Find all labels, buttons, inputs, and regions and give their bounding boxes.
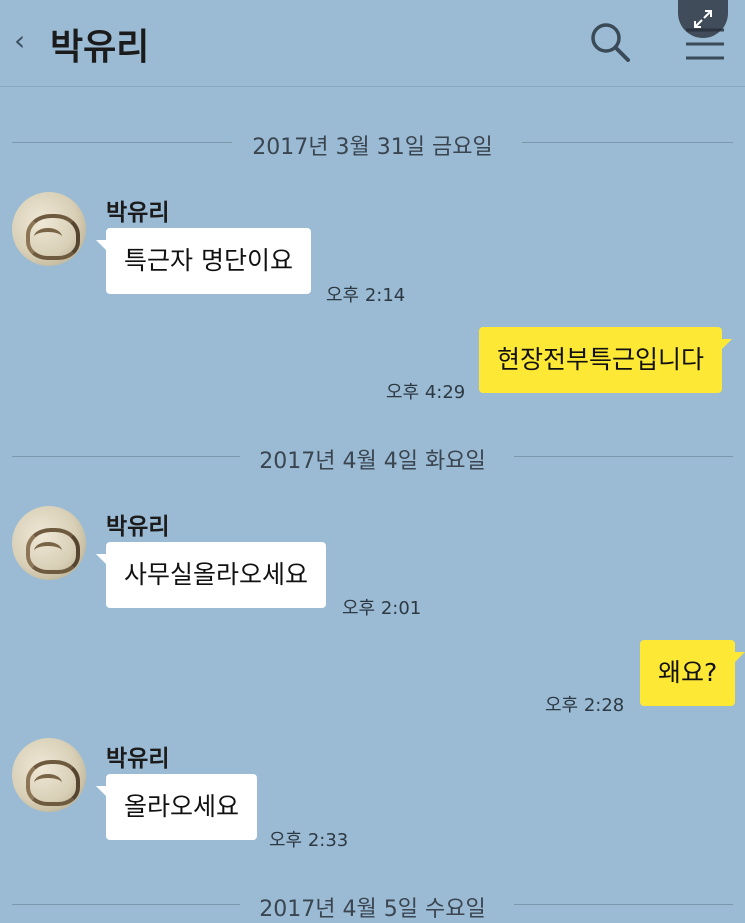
message-bubble-incoming[interactable]: 특근자 명단이요: [96, 228, 311, 294]
avatar[interactable]: [12, 738, 86, 812]
chat-header: ‹ 박유리: [0, 0, 745, 87]
message-bubble-incoming[interactable]: 올라오세요: [95, 774, 258, 840]
avatar[interactable]: [12, 506, 86, 580]
message-time: 오후 2:01: [342, 598, 422, 619]
date-label: 2017년 4월 4일 화요일: [259, 449, 486, 474]
message-bubble-incoming[interactable]: 사무실올라오세요: [95, 542, 327, 608]
date-label: 2017년 3월 31일 금요일: [252, 135, 493, 160]
date-separator: 2017년 3월 31일 금요일: [0, 127, 745, 160]
avatar[interactable]: [12, 192, 86, 266]
sender-name: 박유리: [106, 746, 170, 772]
date-separator: 2017년 4월 4일 화요일: [0, 441, 745, 474]
sender-name: 박유리: [106, 514, 170, 540]
message-time: 오후 4:29: [386, 382, 466, 403]
chat-title: 박유리: [50, 27, 150, 68]
message-time: 오후 2:14: [326, 285, 406, 306]
sender-name: 박유리: [106, 200, 170, 226]
search-icon[interactable]: [588, 20, 632, 64]
message-time: 오후 2:28: [545, 695, 625, 716]
message-bubble-outgoing[interactable]: 왜요?: [640, 640, 745, 706]
expand-icon: [694, 10, 712, 28]
message-bubble-outgoing[interactable]: 현장전부특근입니다: [479, 327, 733, 393]
back-button[interactable]: ‹: [14, 24, 25, 57]
date-separator: 2017년 4월 5일 수요일: [0, 889, 745, 922]
message-time: 오후 2:33: [269, 830, 349, 851]
date-label: 2017년 4월 5일 수요일: [259, 897, 486, 922]
